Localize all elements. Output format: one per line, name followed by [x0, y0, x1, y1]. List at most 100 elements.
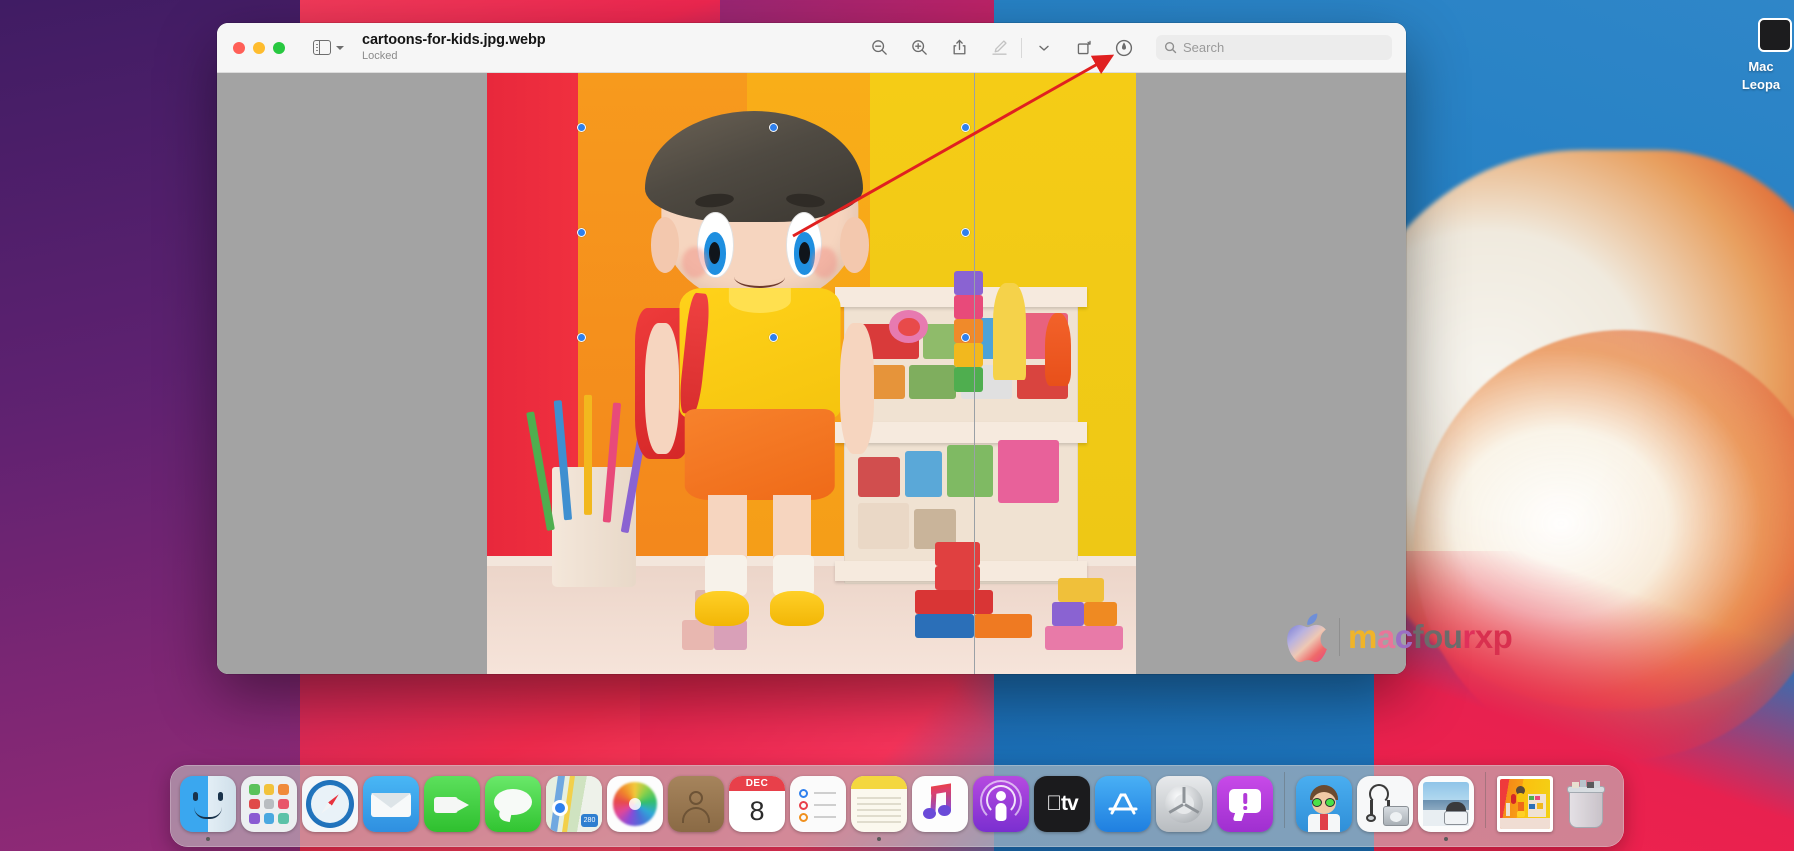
wm-char-r: r — [1462, 618, 1475, 655]
zoom-in-button[interactable] — [899, 32, 939, 64]
document-title-block: cartoons-for-kids.jpg.webp Locked — [362, 32, 546, 62]
dock-item-system-preferences[interactable] — [1155, 771, 1213, 841]
facetime-icon — [424, 776, 480, 832]
watermark-divider — [1339, 618, 1340, 656]
user-avatar-icon — [1296, 776, 1352, 832]
dock-item-tv[interactable]: tv — [1033, 771, 1091, 841]
wm-char-o: o — [1423, 618, 1443, 655]
image-pencil-cup — [526, 394, 650, 587]
mail-icon — [363, 776, 419, 832]
dock-item-app-store[interactable] — [1094, 771, 1152, 841]
dock-item-contacts[interactable] — [667, 771, 725, 841]
sidebar-icon — [313, 39, 331, 56]
image-orange-pin — [1045, 313, 1072, 386]
contacts-icon — [668, 776, 724, 832]
image-floor-block-7 — [1051, 601, 1085, 626]
rotate-button[interactable] — [1064, 32, 1104, 64]
calendar-icon: DEC 8 — [729, 776, 785, 832]
search-field[interactable]: Search — [1156, 35, 1392, 60]
music-icon — [912, 776, 968, 832]
toolbar: Search — [859, 32, 1406, 64]
dock-item-file-thumbnail[interactable] — [1496, 771, 1554, 841]
image-boy-character — [630, 111, 890, 626]
image-floor-block-5 — [934, 541, 981, 566]
calendar-day: 8 — [749, 796, 765, 826]
image-capture-icon — [1418, 776, 1474, 832]
zoom-out-button[interactable] — [859, 32, 899, 64]
dock-item-mail[interactable] — [362, 771, 420, 841]
dock-item-photos[interactable] — [606, 771, 664, 841]
dock-item-disk-utility[interactable] — [1356, 771, 1414, 841]
watermark-text: m a c f o u r x p — [1348, 618, 1513, 656]
wm-char-m: m — [1348, 618, 1377, 655]
minimize-button[interactable] — [253, 41, 265, 54]
app-store-icon — [1095, 776, 1151, 832]
safari-icon — [302, 776, 358, 832]
reminders-icon — [790, 776, 846, 832]
dock-item-user-avatar[interactable] — [1295, 771, 1353, 841]
image-floor-block-9 — [1058, 577, 1104, 602]
wm-char-f: f — [1412, 618, 1424, 655]
document-status-label: Locked — [362, 50, 398, 63]
dock-divider-1 — [1284, 772, 1285, 828]
dock-item-reminders[interactable] — [789, 771, 847, 841]
share-button[interactable] — [939, 32, 979, 64]
image-floor-block-8 — [1084, 601, 1117, 626]
running-indicator — [206, 837, 210, 841]
tv-icon: tv — [1034, 776, 1090, 832]
preview-window: cartoons-for-kids.jpg.webp Locked Search — [217, 23, 1406, 674]
launchpad-icon — [241, 776, 297, 832]
dock-item-safari[interactable] — [301, 771, 359, 841]
markup-button[interactable] — [979, 32, 1019, 64]
dock-item-notes[interactable] — [850, 771, 908, 841]
dock-item-launchpad[interactable] — [240, 771, 298, 841]
dock-item-messages[interactable] — [484, 771, 542, 841]
chevron-down-icon — [336, 45, 344, 50]
dock-item-podcasts[interactable] — [972, 771, 1030, 841]
dock-item-finder[interactable] — [179, 771, 237, 841]
image-floor-block-3 — [915, 589, 994, 614]
close-button[interactable] — [233, 41, 245, 54]
disk-utility-icon — [1357, 776, 1413, 832]
image-floor-block-1 — [915, 613, 974, 638]
markup-options-button[interactable] — [1024, 32, 1064, 64]
messages-icon — [485, 776, 541, 832]
running-indicator — [1444, 837, 1448, 841]
image-stacking-tower — [954, 271, 983, 392]
dock-item-image-capture[interactable] — [1417, 771, 1475, 841]
dock-item-feedback-assistant[interactable] — [1216, 771, 1274, 841]
podcasts-icon — [973, 776, 1029, 832]
os-badge-icon — [1758, 18, 1792, 52]
wm-char-a: a — [1376, 618, 1395, 655]
image-floor-block-6 — [1045, 625, 1123, 650]
wm-char-x: x — [1474, 618, 1493, 655]
toolbar-divider — [1021, 37, 1022, 58]
watermark: m a c f o u r x p — [1285, 611, 1513, 663]
annotate-button[interactable] — [1104, 32, 1144, 64]
trash-icon — [1558, 776, 1614, 832]
finder-icon — [180, 776, 236, 832]
apple-logo-icon — [1287, 613, 1327, 663]
image-canvas[interactable] — [217, 73, 1406, 674]
wm-char-p: p — [1492, 618, 1513, 655]
document-image[interactable] — [487, 73, 1136, 674]
dock-item-trash[interactable] — [1557, 771, 1615, 841]
dock: 280 DEC 8 tv — [170, 765, 1624, 847]
traffic-lights — [233, 41, 285, 54]
os-version-label: Mac Leopa — [1741, 59, 1781, 92]
photos-icon — [607, 776, 663, 832]
image-floor-block-4 — [934, 565, 981, 590]
system-preferences-icon — [1156, 776, 1212, 832]
dock-item-calendar[interactable]: DEC 8 — [728, 771, 786, 841]
window-titlebar: cartoons-for-kids.jpg.webp Locked Search — [217, 23, 1406, 73]
wm-char-u: u — [1442, 618, 1463, 655]
cartoons-for-kids-thumbnail-icon — [1497, 776, 1553, 832]
dock-item-facetime[interactable] — [423, 771, 481, 841]
dock-item-music[interactable] — [911, 771, 969, 841]
maximize-button[interactable] — [273, 41, 285, 54]
dock-divider-2 — [1485, 772, 1486, 828]
feedback-assistant-icon — [1217, 776, 1273, 832]
dock-item-maps[interactable]: 280 — [545, 771, 603, 841]
search-input-placeholder: Search — [1183, 40, 1225, 55]
sidebar-toggle-button[interactable] — [313, 39, 344, 56]
